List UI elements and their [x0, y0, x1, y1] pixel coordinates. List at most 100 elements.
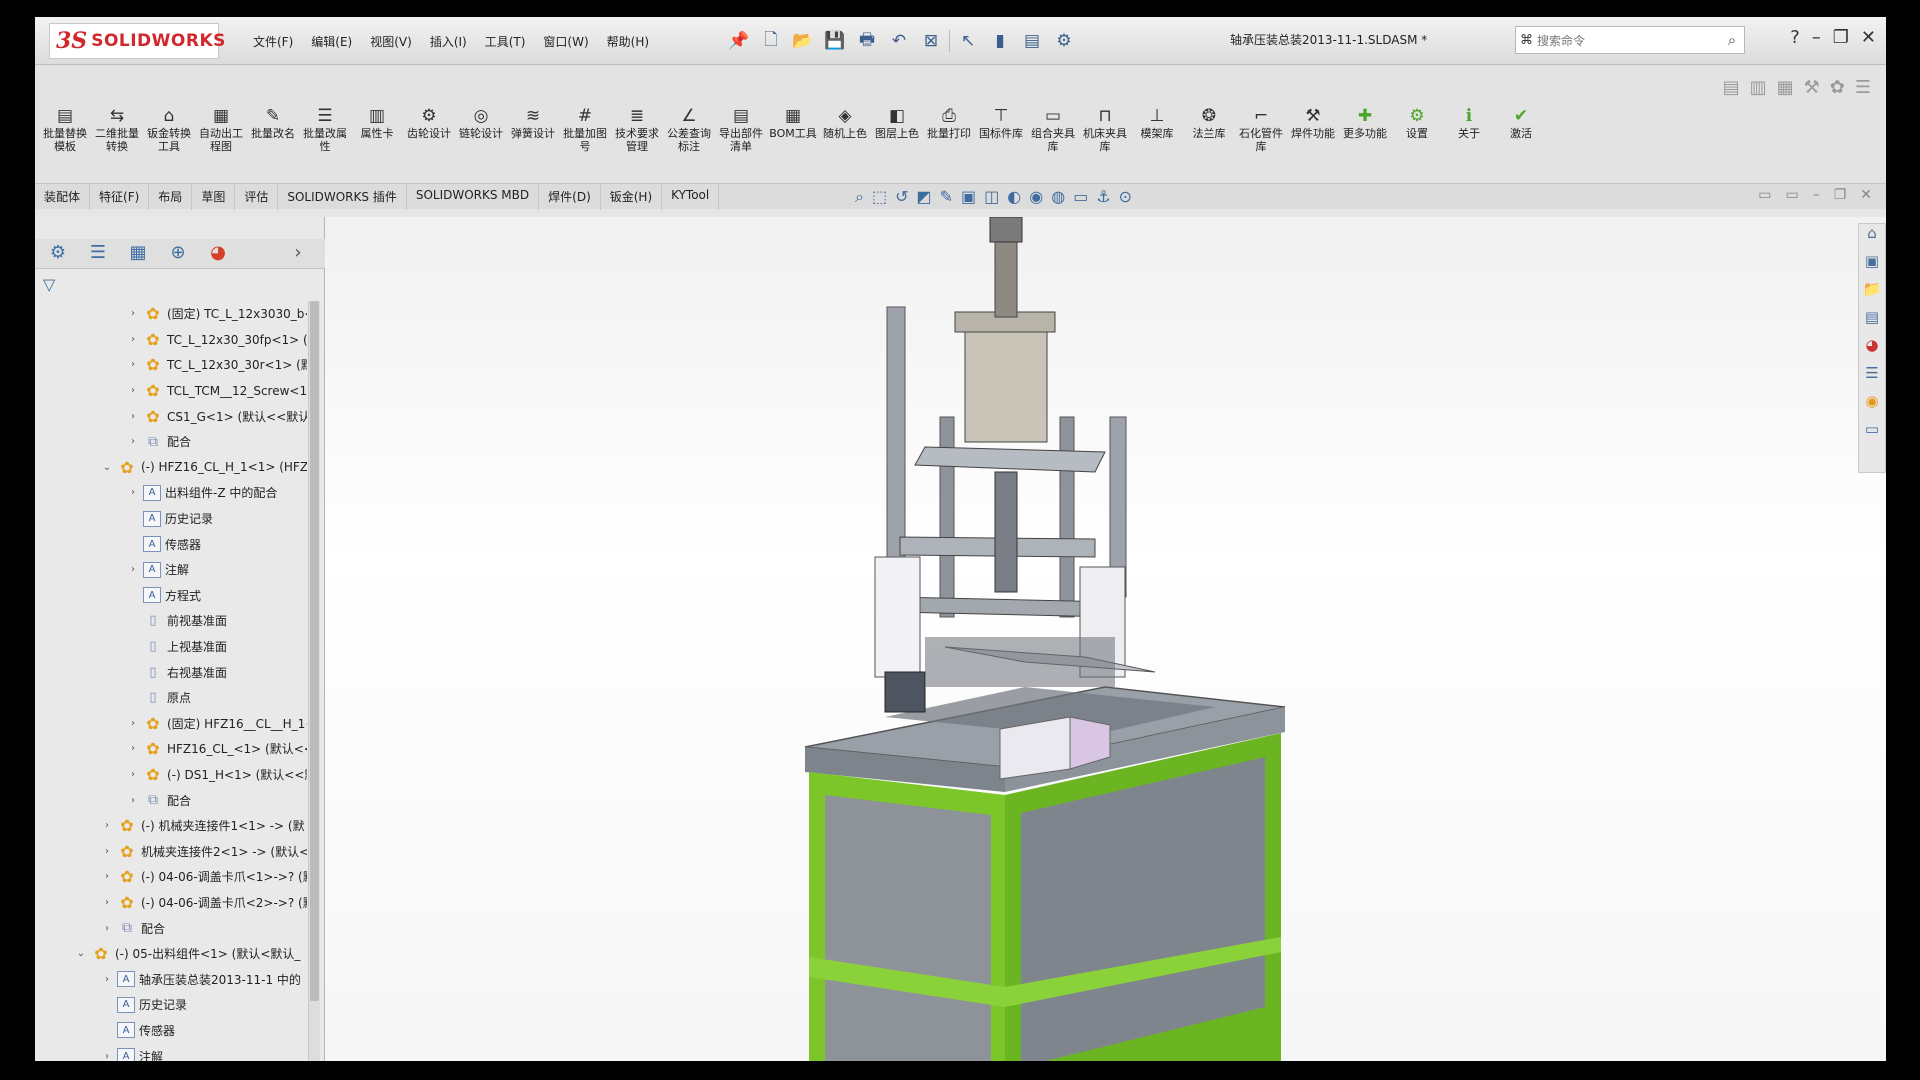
- dimxpert-tab-icon[interactable]: ⊕: [165, 242, 191, 266]
- assembly-model[interactable]: [325, 217, 1886, 1061]
- menu-item[interactable]: 工具(T): [477, 31, 534, 52]
- expand-arrow-icon[interactable]: ›: [101, 1051, 113, 1061]
- command-button[interactable]: ∠ 公差查询标注: [663, 105, 715, 153]
- menu-item[interactable]: 窗口(W): [535, 31, 596, 52]
- expand-arrow-icon[interactable]: ›: [127, 385, 139, 396]
- filter-icon[interactable]: ▽: [43, 275, 55, 294]
- command-button[interactable]: ⚙ 设置: [1391, 105, 1443, 153]
- menu-item[interactable]: 文件(F): [245, 31, 301, 52]
- expand-arrow-icon[interactable]: ›: [101, 923, 113, 934]
- expand-arrow-icon[interactable]: ›: [127, 308, 139, 319]
- design-library-icon[interactable]: ▣: [1865, 252, 1879, 274]
- search-mode-icon[interactable]: ⌘: [1520, 33, 1533, 48]
- command-button[interactable]: ▭ 组合夹具库: [1027, 105, 1079, 153]
- expand-arrow-icon[interactable]: ›: [127, 795, 139, 806]
- graphics-area[interactable]: ⌂ ▣ 📁 ▤ ◕ ☰ ◉ ▭: [325, 217, 1886, 1061]
- tree-node[interactable]: ▯ 原点: [35, 685, 307, 711]
- displaymanager-tab-icon[interactable]: ◕: [205, 242, 231, 266]
- previous-view-icon[interactable]: ↺: [895, 187, 908, 207]
- close-button[interactable]: ✕: [1861, 27, 1876, 48]
- command-tab[interactable]: 焊件(D): [539, 184, 601, 210]
- tile-icon[interactable]: ▭: [1785, 187, 1798, 203]
- menu-item[interactable]: 插入(I): [422, 31, 475, 52]
- command-tab[interactable]: SOLIDWORKS MBD: [407, 184, 540, 210]
- save-icon[interactable]: 💾: [821, 29, 849, 53]
- tree-node[interactable]: › ✿ HFZ16_CL_<1> (默认<<: [35, 736, 307, 762]
- expand-arrow-icon[interactable]: ›: [127, 564, 139, 575]
- tree-node[interactable]: › ✿ 机械夹连接件2<1> -> (默认<: [35, 838, 307, 864]
- tree-node[interactable]: › ✿ TCL_TCM__12_Screw<1: [35, 378, 307, 404]
- file-properties-icon[interactable]: ▤: [1018, 29, 1046, 53]
- tree-node[interactable]: › A 注解: [35, 557, 307, 583]
- command-button[interactable]: ▥ 属性卡: [351, 105, 403, 153]
- traffic-light-icon[interactable]: ▮: [986, 29, 1014, 53]
- command-button[interactable]: ⚙ 齿轮设计: [403, 105, 455, 153]
- expand-arrow-icon[interactable]: ›: [127, 436, 139, 447]
- tile-icon[interactable]: ▭: [1758, 187, 1771, 203]
- command-button[interactable]: ≋ 弹簧设计: [507, 105, 559, 153]
- expand-arrow-icon[interactable]: ›: [127, 743, 139, 754]
- minimize-button[interactable]: –: [1812, 27, 1821, 48]
- solidworks-forum-icon[interactable]: ◉: [1865, 392, 1878, 414]
- tree-node[interactable]: › ✿ (-) 04-06-调盖卡爪<2>->? (默: [35, 890, 307, 916]
- undo-icon[interactable]: ↶: [885, 29, 913, 53]
- menu-item[interactable]: 编辑(E): [303, 31, 360, 52]
- new-document-icon[interactable]: 🗋: [757, 29, 785, 53]
- help-icon[interactable]: ?: [1790, 27, 1800, 48]
- tree-node[interactable]: ⌄ ✿ (-) HFZ16_CL_H_1<1> (HFZ1: [35, 455, 307, 481]
- command-button[interactable]: ⌐ 石化管件库: [1235, 105, 1287, 153]
- expand-arrow-icon[interactable]: ›: [127, 718, 139, 729]
- solidworks-logo[interactable]: 3S SOLIDWORKS: [49, 23, 225, 59]
- command-button[interactable]: ⊓ 机床夹具库: [1079, 105, 1131, 153]
- command-button[interactable]: ▤ 导出部件清单: [715, 105, 767, 153]
- forum-icon[interactable]: ▭: [1865, 420, 1879, 442]
- expand-arrow-icon[interactable]: ›: [127, 411, 139, 422]
- view-orientation-icon[interactable]: ▣: [961, 187, 976, 207]
- command-button[interactable]: ▦ BOM工具: [767, 105, 819, 153]
- view-palette-icon[interactable]: ▤: [1865, 308, 1879, 330]
- command-button[interactable]: ✎ 批量改名: [247, 105, 299, 153]
- appearances-icon[interactable]: ◕: [1865, 336, 1878, 358]
- ribbon-option-icon[interactable]: ▥: [1750, 77, 1767, 98]
- command-button[interactable]: ⇆ 二维批量转换: [91, 105, 143, 153]
- expand-arrow-icon[interactable]: ›: [101, 897, 113, 908]
- propertymanager-tab-icon[interactable]: ☰: [85, 242, 111, 266]
- tree-node[interactable]: A 方程式: [35, 583, 307, 609]
- command-button[interactable]: ⊥ 模架库: [1131, 105, 1183, 153]
- tree-node[interactable]: A 历史记录: [35, 506, 307, 532]
- tree-node[interactable]: › ✿ TC_L_12x30_30fp<1> (默: [35, 327, 307, 353]
- expand-arrow-icon[interactable]: ⌄: [75, 948, 87, 959]
- command-button[interactable]: ☰ 批量改属性: [299, 105, 351, 153]
- file-explorer-icon[interactable]: 📁: [1863, 280, 1882, 302]
- open-folder-icon[interactable]: 📂: [789, 29, 817, 53]
- view-settings-icon[interactable]: ▭: [1073, 187, 1088, 207]
- menu-item[interactable]: 视图(V): [362, 31, 420, 52]
- expand-arrow-icon[interactable]: ›: [101, 974, 113, 985]
- command-tab[interactable]: SOLIDWORKS 插件: [278, 184, 407, 210]
- search-icon[interactable]: ⌕: [1720, 31, 1744, 49]
- zoom-area-icon[interactable]: ⬚: [872, 187, 887, 207]
- menu-item[interactable]: 帮助(H): [599, 31, 657, 52]
- tree-node[interactable]: › ✿ (固定) HFZ16__CL__H_1<: [35, 711, 307, 737]
- command-button[interactable]: ⌂ 钣金转换工具: [143, 105, 195, 153]
- ribbon-option-icon[interactable]: ▦: [1777, 77, 1794, 98]
- tree-node[interactable]: ⌄ ✿ (-) 05-出料组件<1> (默认<默认_: [35, 941, 307, 967]
- tree-node[interactable]: › A 轴承压装总装2013-11-1 中的: [35, 966, 307, 992]
- scrollbar-thumb[interactable]: [310, 301, 319, 1001]
- select-cursor-icon[interactable]: ↖: [954, 29, 982, 53]
- wrench-icon[interactable]: ⚒: [1804, 77, 1820, 98]
- tree-node[interactable]: ▯ 右视基准面: [35, 659, 307, 685]
- featuremanager-tab-icon[interactable]: ⚙: [45, 242, 71, 266]
- command-button[interactable]: ❂ 法兰库: [1183, 105, 1235, 153]
- command-tab[interactable]: 钣金(H): [601, 184, 663, 210]
- command-tab[interactable]: 评估: [235, 184, 279, 210]
- rebuild-icon[interactable]: ⊠: [917, 29, 945, 53]
- options-gear-icon[interactable]: ⚙: [1050, 29, 1078, 53]
- command-button[interactable]: ✔ 激活: [1495, 105, 1547, 153]
- command-button[interactable]: ⎙ 批量打印: [923, 105, 975, 153]
- tree-node[interactable]: A 传感器: [35, 531, 307, 557]
- tree-node[interactable]: › ✿ (-) DS1_H<1> (默认<<默: [35, 762, 307, 788]
- tree-scrollbar[interactable]: [308, 301, 320, 1061]
- tree-node[interactable]: ▯ 前视基准面: [35, 608, 307, 634]
- anchor-icon[interactable]: ⚓: [1096, 187, 1110, 207]
